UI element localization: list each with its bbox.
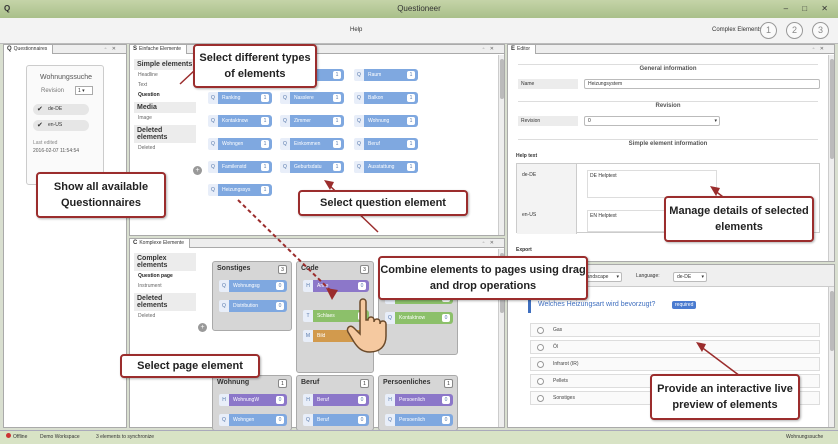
callout-select-question: Select question element [298, 190, 468, 216]
hand-cursor-icon [346, 298, 387, 353]
status-bar: Offline Demo Workspace 3 elements to syn… [0, 430, 838, 444]
status-offline: Offline [6, 431, 27, 444]
callout-combine: Combine elements to pages using drag and… [378, 256, 588, 300]
status-workspace: Demo Workspace [40, 434, 80, 440]
status-sync[interactable]: 3 elements to synchronize [96, 431, 154, 444]
callout-select-types: Select different types of elements [193, 44, 317, 88]
callout-select-page: Select page element [120, 354, 260, 378]
callout-manage: Manage details of selected elements [664, 196, 814, 242]
callout-preview: Provide an interactive live preview of e… [650, 374, 800, 420]
status-questionnaire: Wohnungssuche [786, 434, 824, 440]
callout-show-questionnaires: Show all available Questionnaires [36, 172, 166, 218]
